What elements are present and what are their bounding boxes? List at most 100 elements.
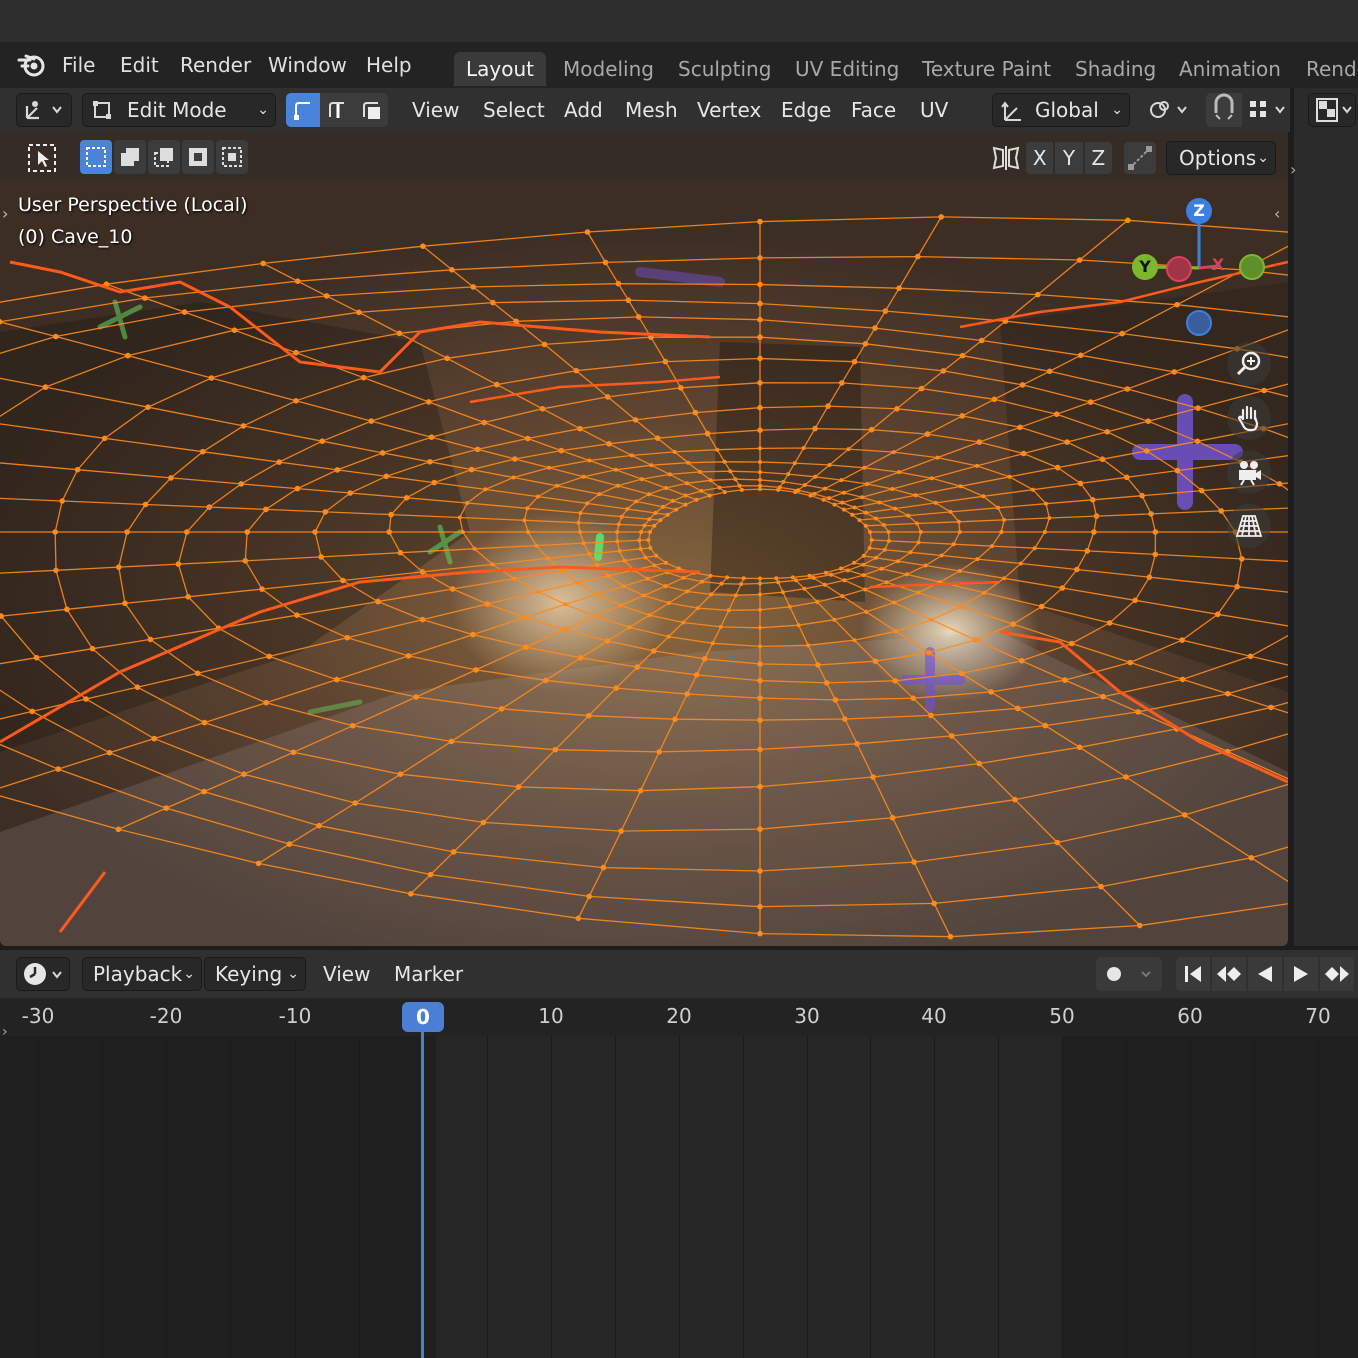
menu-window[interactable]: Window [268, 50, 347, 80]
play-reverse-button[interactable] [1248, 957, 1282, 991]
keying-dropdown[interactable]: Keying ⌄ [204, 957, 306, 991]
gizmo-negative-z-axis[interactable] [1186, 310, 1212, 336]
expand-sidebar-icon[interactable]: › [1290, 160, 1304, 184]
mirror-x-button[interactable]: X [1026, 142, 1054, 174]
tab-animation[interactable]: Animation [1167, 52, 1293, 86]
expand-n-panel-icon[interactable]: ‹ [1274, 204, 1280, 223]
mesh-vertex [717, 485, 722, 490]
timeline-menu-marker[interactable]: Marker [394, 957, 463, 991]
mesh-vertex [839, 478, 844, 483]
menu-add[interactable]: Add [564, 93, 603, 127]
gizmo-negative-x-axis[interactable] [1239, 254, 1265, 280]
3d-viewport[interactable] [0, 132, 1288, 946]
mesh-vertex [776, 580, 781, 585]
tab-texture-paint[interactable]: Texture Paint [910, 52, 1063, 86]
mode-dropdown[interactable]: Edit Mode ⌄ [82, 93, 276, 127]
editor-type-button[interactable] [16, 93, 72, 127]
mesh-vertex [926, 649, 932, 656]
tab-layout[interactable]: Layout [454, 52, 546, 86]
mesh-vertex [758, 460, 762, 464]
timeline-menu-view[interactable]: View [323, 957, 370, 991]
menu-edit[interactable]: Edit [120, 50, 159, 80]
select-subtract-button[interactable] [148, 140, 180, 174]
mesh-vertex [868, 530, 872, 534]
gizmo-negative-y-axis[interactable] [1166, 256, 1192, 282]
menu-face[interactable]: Face [851, 93, 896, 127]
tab-sculpting[interactable]: Sculpting [666, 52, 783, 86]
mesh-vertex [316, 822, 322, 829]
blender-logo-icon[interactable] [16, 50, 48, 80]
mesh-vertex [613, 467, 618, 472]
prev-keyframe-button[interactable] [1212, 957, 1246, 991]
tab-rendering[interactable]: Rende [1294, 52, 1358, 86]
mesh-vertex [586, 712, 592, 719]
select-invert-button[interactable] [182, 140, 214, 174]
mesh-vertex [597, 492, 602, 497]
menu-view[interactable]: View [412, 93, 459, 127]
navigation-gizmo[interactable]: Z Y X [1128, 194, 1272, 340]
menu-help[interactable]: Help [366, 50, 412, 80]
mesh-vertex [562, 626, 568, 633]
snap-target-button[interactable] [1244, 93, 1290, 127]
mesh-vertex [340, 577, 346, 584]
mirror-axis-button[interactable] [990, 142, 1022, 174]
mesh-vertex [1268, 704, 1274, 711]
mesh-vertex [715, 447, 720, 452]
mesh-vertex [594, 592, 599, 597]
edge-select-button[interactable] [320, 93, 354, 127]
play-button[interactable] [1284, 957, 1318, 991]
menu-edge[interactable]: Edge [781, 93, 831, 127]
mesh-vertex [1276, 481, 1283, 487]
camera-view-button[interactable] [1227, 450, 1271, 494]
menu-select[interactable]: Select [483, 93, 545, 127]
mesh-vertex [685, 481, 689, 486]
gizmo-x-axis[interactable]: X [1205, 252, 1231, 278]
face-select-button[interactable] [354, 93, 388, 127]
gizmo-y-axis[interactable]: Y [1132, 254, 1158, 280]
auto-keying-button[interactable] [1096, 957, 1162, 991]
menu-mesh[interactable]: Mesh [625, 93, 678, 127]
mesh-vertex [733, 477, 738, 482]
options-dropdown[interactable]: Options ⌄ [1166, 141, 1276, 175]
frame-gridline [166, 1036, 167, 1358]
tab-shading[interactable]: Shading [1063, 52, 1168, 86]
vertex-select-button[interactable] [286, 93, 320, 127]
zoom-button[interactable] [1227, 342, 1271, 386]
select-tool-button[interactable] [26, 142, 58, 174]
mesh-vertex [757, 868, 763, 874]
menu-file[interactable]: File [62, 50, 95, 80]
select-extend-button[interactable] [114, 140, 146, 174]
mesh-vertex [64, 606, 70, 613]
perspective-toggle-button[interactable] [1227, 504, 1271, 548]
next-keyframe-button[interactable] [1320, 957, 1354, 991]
tab-modeling[interactable]: Modeling [551, 52, 666, 86]
menu-uv[interactable]: UV [920, 93, 948, 127]
mesh-vertex [1087, 399, 1094, 405]
mesh-vertex [874, 516, 878, 521]
pivot-point-button[interactable] [1142, 93, 1198, 127]
select-intersect-button[interactable] [216, 140, 248, 174]
tab-uv-editing[interactable]: UV Editing [783, 52, 911, 86]
mirror-z-button[interactable]: Z [1084, 142, 1112, 174]
menu-vertex[interactable]: Vertex [697, 93, 761, 127]
topology-mirror-button[interactable] [1124, 142, 1156, 174]
expand-toolbar-icon[interactable]: › [2, 204, 8, 223]
menu-render[interactable]: Render [180, 50, 251, 80]
timeline-editor-type-button[interactable] [16, 957, 70, 991]
playhead-line[interactable] [421, 1030, 424, 1358]
mirror-y-button[interactable]: Y [1055, 142, 1083, 174]
mesh-vertex [522, 518, 527, 523]
mesh-vertex [124, 529, 130, 535]
mesh-vertex [892, 600, 896, 605]
right-editor-type-button[interactable] [1308, 93, 1356, 127]
snap-toggle-button[interactable] [1206, 93, 1242, 127]
transform-orientation-dropdown[interactable]: Global ⌄ [992, 93, 1130, 127]
pan-button[interactable] [1227, 396, 1271, 440]
mesh-vertex [1093, 513, 1100, 519]
jump-to-start-button[interactable] [1176, 957, 1210, 991]
current-frame-indicator[interactable]: 0 [402, 1002, 444, 1032]
playback-dropdown[interactable]: Playback ⌄ [82, 957, 202, 991]
select-new-button[interactable] [80, 140, 112, 174]
gizmo-z-axis[interactable]: Z [1186, 198, 1212, 224]
mesh-vertex [185, 594, 191, 600]
